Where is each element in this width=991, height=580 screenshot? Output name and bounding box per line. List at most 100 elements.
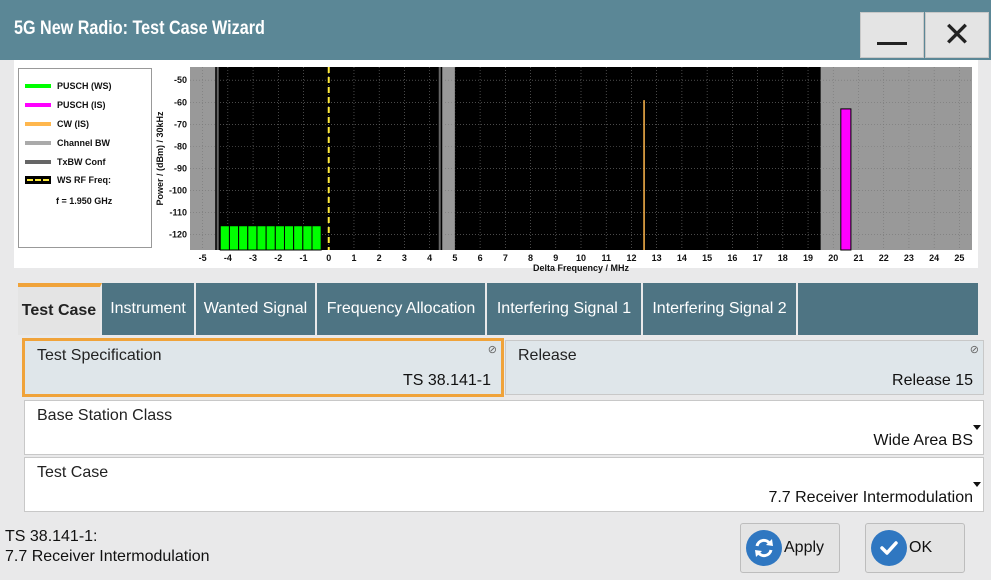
field-value: TS 38.141-1	[402, 372, 491, 389]
field-value: Wide Area BS	[873, 432, 973, 449]
legend-item: TxBW Conf	[25, 157, 106, 167]
x-tick-label: 4	[427, 253, 432, 263]
legend-item: WS RF Freq:	[25, 175, 111, 185]
minimize-button[interactable]	[860, 12, 924, 58]
field-label: Test Specification	[37, 347, 162, 364]
pusch-block	[247, 225, 258, 251]
tab-interfering-signal-1[interactable]: Interfering Signal 1	[487, 283, 643, 335]
legend-item: Channel BW	[25, 138, 110, 148]
ws-rf-frequency: f = 1.950 GHz	[56, 196, 113, 206]
window-title: 5G New Radio: Test Case Wizard	[14, 18, 265, 39]
pusch-block	[228, 225, 240, 251]
legend-item: PUSCH (WS)	[25, 81, 112, 91]
field-label: Test Case	[37, 464, 109, 481]
x-tick-label: 25	[954, 253, 964, 263]
field-label: Base Station Class	[37, 407, 173, 424]
legend-swatch	[25, 84, 51, 88]
x-tick-label: 12	[626, 253, 636, 263]
status-line: TS 38.141-1:	[5, 528, 98, 545]
tab-frequency-allocation[interactable]: Frequency Allocation	[317, 283, 487, 335]
base-station-class-dropdown[interactable]: Base Station Class Wide Area BS	[24, 400, 984, 455]
x-tick-label: 17	[753, 253, 763, 263]
chevron-down-icon	[973, 482, 981, 487]
pusch-block	[274, 225, 285, 251]
status-text: TS 38.141-1: 7.7 Receiver Intermodulatio…	[5, 527, 210, 567]
x-tick-label: 6	[478, 253, 483, 263]
x-tick-label: -5	[199, 253, 207, 263]
tab-test-case[interactable]: Test Case	[18, 283, 102, 335]
y-tick-label: -90	[174, 163, 187, 173]
x-tick-label: 13	[652, 253, 662, 263]
x-tick-label: 19	[803, 253, 813, 263]
tab-bar: Test Case Instrument Wanted Signal Frequ…	[18, 283, 978, 335]
y-tick-label: -70	[174, 119, 187, 129]
test-specification-field[interactable]: Test Specification ⊘ TS 38.141-1	[22, 338, 504, 397]
legend-item: PUSCH (IS)	[25, 100, 106, 110]
y-tick-label: -120	[169, 230, 187, 240]
pusch-block	[265, 225, 276, 251]
field-value: Release 15	[892, 372, 973, 389]
legend-swatch	[25, 160, 51, 164]
x-tick-label: 3	[402, 253, 407, 263]
x-tick-label: 9	[553, 253, 558, 263]
x-tick-label: 11	[601, 253, 611, 263]
pusch-block	[840, 108, 852, 251]
x-tick-label: 23	[904, 253, 914, 263]
x-tick-label: 18	[778, 253, 788, 263]
legend-swatch	[25, 141, 51, 145]
ok-button[interactable]: OK	[865, 523, 965, 573]
y-tick-label: -100	[169, 185, 187, 195]
close-button[interactable]: ✕	[925, 12, 989, 58]
channel-bw-region	[442, 67, 455, 250]
field-label: Release	[518, 347, 577, 364]
ok-label: OK	[909, 539, 933, 556]
release-field[interactable]: Release ⊘ Release 15	[505, 340, 984, 395]
legend-swatch	[25, 176, 51, 184]
test-case-dropdown[interactable]: Test Case 7.7 Receiver Intermodulation	[24, 457, 984, 512]
legend-item: CW (IS)	[25, 119, 89, 129]
x-tick-label: 2	[377, 253, 382, 263]
apply-button[interactable]: Apply	[740, 523, 840, 573]
pusch-block	[283, 225, 295, 251]
chart-legend: PUSCH (WS) PUSCH (IS) CW (IS) Channel BW…	[18, 68, 152, 248]
x-tick-label: -1	[300, 253, 308, 263]
legend-label: TxBW Conf	[57, 157, 106, 167]
pusch-block	[302, 225, 313, 251]
tab-instrument[interactable]: Instrument	[102, 283, 196, 335]
x-tick-label: -2	[274, 253, 282, 263]
checkmark-icon	[871, 530, 907, 566]
pusch-block	[256, 225, 267, 251]
x-tick-label: 14	[677, 253, 687, 263]
y-tick-label: -50	[174, 75, 187, 85]
pusch-block	[293, 225, 304, 251]
x-tick-label: -4	[224, 253, 232, 263]
legend-label: Channel BW	[57, 138, 110, 148]
legend-swatch	[25, 103, 51, 107]
legend-label: PUSCH (IS)	[57, 100, 106, 110]
y-tick-label: -110	[169, 208, 187, 218]
tab-interfering-signal-2[interactable]: Interfering Signal 2	[643, 283, 798, 335]
x-tick-label: 15	[702, 253, 712, 263]
field-value: 7.7 Receiver Intermodulation	[768, 489, 973, 506]
x-tick-label: 8	[528, 253, 533, 263]
legend-label: PUSCH (WS)	[57, 81, 112, 91]
x-tick-label: -3	[249, 253, 257, 263]
x-tick-label: 21	[853, 253, 863, 263]
y-tick-label: -80	[174, 141, 187, 151]
x-tick-label: 0	[326, 253, 331, 263]
y-tick-label: -60	[174, 97, 187, 107]
status-line: 7.7 Receiver Intermodulation	[5, 548, 210, 565]
close-icon: ✕	[942, 15, 972, 55]
x-tick-label: 16	[727, 253, 737, 263]
apply-label: Apply	[784, 539, 825, 556]
pusch-block	[238, 225, 249, 251]
legend-swatch	[25, 122, 51, 126]
minimize-icon	[877, 41, 907, 45]
readonly-icon: ⊘	[969, 344, 979, 356]
legend-label: WS RF Freq:	[57, 175, 111, 185]
tab-wanted-signal[interactable]: Wanted Signal	[196, 283, 317, 335]
chevron-down-icon	[973, 425, 981, 430]
refresh-icon	[746, 530, 782, 566]
x-tick-label: 1	[351, 253, 356, 263]
x-tick-label: 7	[503, 253, 508, 263]
